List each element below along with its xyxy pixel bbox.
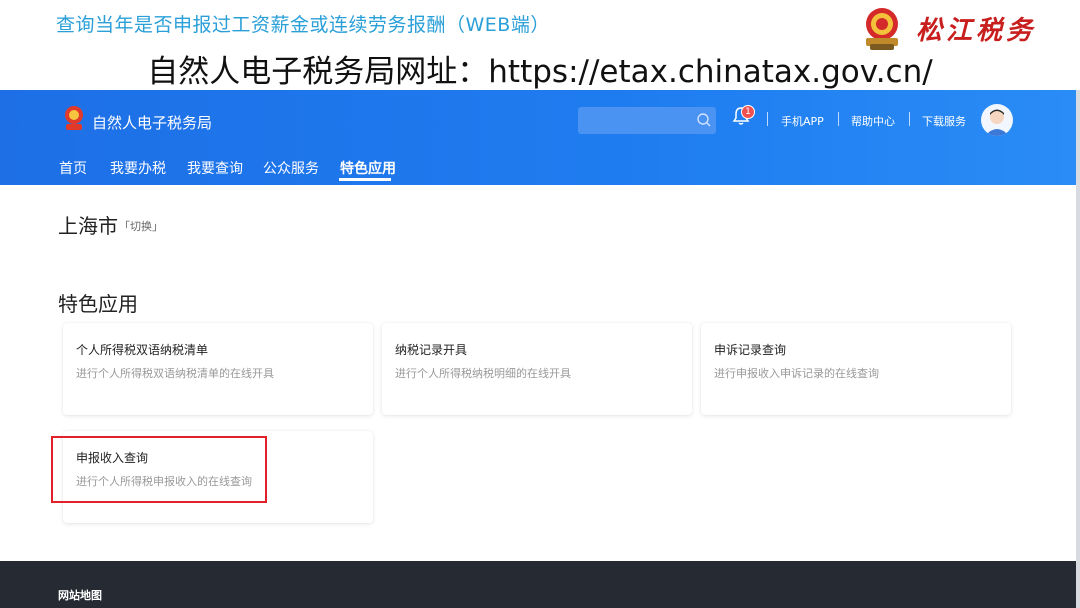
card-description: 进行个人所得税双语纳税清单的在线开具 (76, 367, 274, 380)
download-link[interactable]: 下载服务 (922, 113, 966, 129)
brand-logo: 松江税务 (856, 4, 1066, 52)
divider (767, 112, 768, 126)
city-label: 上海市 (58, 214, 118, 238)
site-name[interactable]: 自然人电子税务局 (92, 112, 212, 133)
card-bilingual-tax-list[interactable]: 个人所得税双语纳税清单 进行个人所得税双语纳税清单的在线开具 (63, 323, 373, 415)
card-title: 个人所得税双语纳税清单 (76, 343, 209, 357)
main-content: 上海市 「切换」 特色应用 个人所得税双语纳税清单 进行个人所得税双语纳税清单的… (0, 185, 1076, 561)
browser-viewport: 自然人电子税务局 1 手机APP 帮助中心 下载服务 首页 我要办税 我要查询 … (0, 90, 1080, 608)
notification-badge: 1 (741, 105, 755, 119)
url-caption: 自然人电子税务局网址：https://etax.chinatax.gov.cn/ (147, 54, 933, 90)
mobile-app-link[interactable]: 手机APP (781, 113, 824, 129)
site-footer: 网站地图 (0, 561, 1076, 608)
nav-public-services[interactable]: 公众服务 (263, 158, 319, 178)
scrollbar[interactable] (1076, 90, 1080, 608)
site-header: 自然人电子税务局 1 手机APP 帮助中心 下载服务 首页 我要办税 我要查询 … (0, 90, 1080, 185)
section-title: 特色应用 (58, 292, 138, 316)
card-description: 进行个人所得税纳税明细的在线开具 (395, 367, 571, 380)
nav-home[interactable]: 首页 (59, 158, 87, 178)
sitemap-title[interactable]: 网站地图 (58, 587, 102, 603)
search-input[interactable] (578, 107, 716, 134)
avatar-icon (985, 109, 1009, 136)
card-appeal-query[interactable]: 申诉记录查询 进行申报收入申诉记录的在线查询 (701, 323, 1011, 415)
card-tax-record[interactable]: 纳税记录开具 进行个人所得税纳税明细的在线开具 (382, 323, 692, 415)
search-icon[interactable] (696, 112, 712, 128)
switch-city-link[interactable]: 「切换」 (119, 218, 163, 234)
divider (838, 112, 839, 126)
highlight-box (51, 436, 267, 503)
card-description: 进行申报收入申诉记录的在线查询 (714, 367, 879, 380)
brand-text: 松江税务 (916, 16, 1037, 46)
slide-title: 查询当年是否申报过工资薪金或连续劳务报酬（WEB端） (56, 14, 550, 36)
emblem-icon (866, 8, 898, 50)
nav-tax-services[interactable]: 我要办税 (110, 158, 166, 178)
avatar[interactable] (981, 104, 1013, 136)
nav-featured-apps[interactable]: 特色应用 (340, 158, 396, 178)
help-center-link[interactable]: 帮助中心 (851, 113, 895, 129)
card-title: 纳税记录开具 (395, 343, 468, 357)
card-title: 申诉记录查询 (714, 343, 787, 357)
divider (909, 112, 910, 126)
nav-query[interactable]: 我要查询 (187, 158, 243, 178)
active-tab-indicator (339, 178, 391, 181)
emblem-icon (65, 106, 83, 130)
